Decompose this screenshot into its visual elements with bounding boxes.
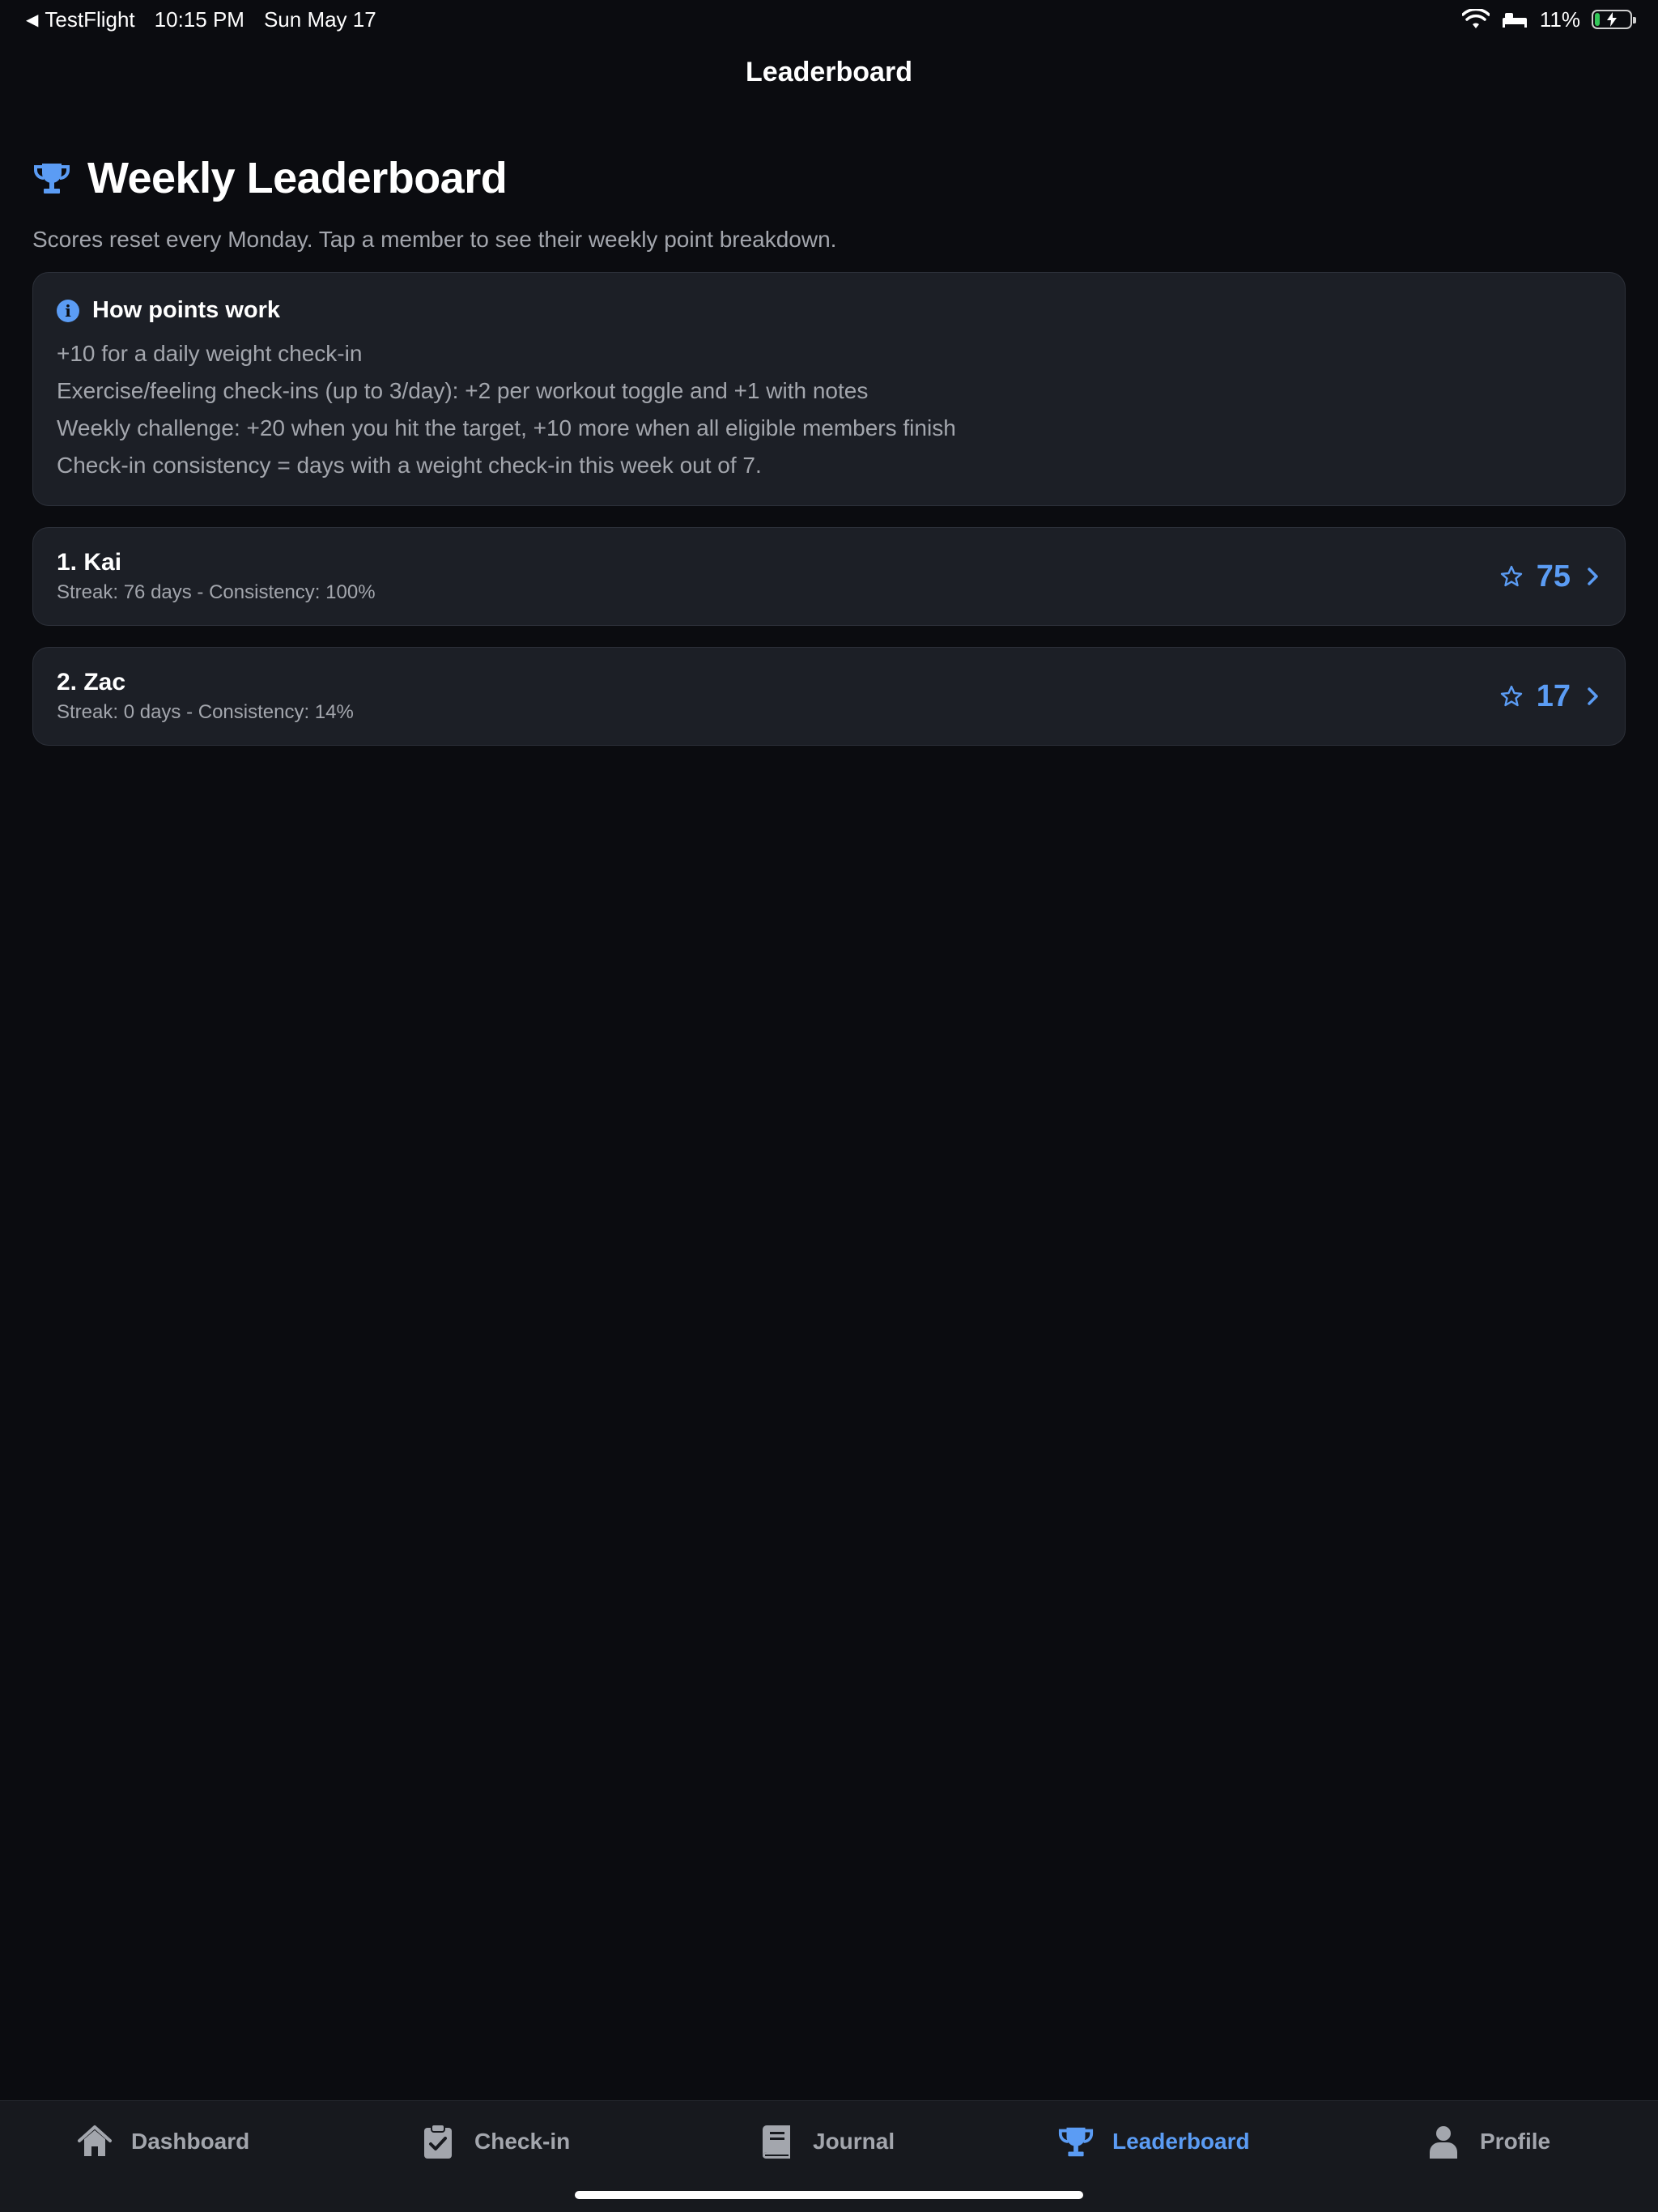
battery-percent: 11%: [1539, 6, 1580, 32]
points-info-card: i How points work +10 for a daily weight…: [32, 272, 1626, 506]
status-bar: ◀ TestFlight 10:15 PM Sun May 17 11%: [0, 0, 1658, 39]
info-line: Weekly challenge: +20 when you hit the t…: [57, 415, 956, 440]
book-icon: [763, 2125, 790, 2159]
info-icon: i: [57, 299, 79, 322]
info-line: Check-in consistency = days with a weigh…: [57, 453, 762, 478]
chevron-right-icon: [1588, 687, 1598, 705]
tab-profile[interactable]: Profile: [1425, 2119, 1550, 2164]
tab-leaderboard[interactable]: Leaderboard: [1057, 2119, 1250, 2164]
member-stats: Streak: 76 days - Consistency: 100%: [57, 581, 376, 603]
tab-journal[interactable]: Journal: [758, 2119, 895, 2164]
back-arrow-icon: ◀: [26, 11, 39, 29]
info-line: +10 for a daily weight check-in: [57, 341, 363, 366]
info-title: How points work: [92, 297, 280, 323]
battery-icon: [1592, 10, 1636, 29]
info-line: Exercise/feeling check-ins (up to 3/day)…: [57, 378, 869, 403]
status-time: 10:15 PM: [154, 6, 244, 32]
tab-check-in[interactable]: Check-in: [419, 2119, 570, 2164]
page-title: Weekly Leaderboard: [87, 154, 508, 202]
home-icon: [78, 2125, 112, 2156]
leaderboard-row-kai[interactable]: 1. Kai Streak: 76 days - Consistency: 10…: [32, 527, 1626, 626]
member-stats: Streak: 0 days - Consistency: 14%: [57, 701, 354, 723]
tab-label: Profile: [1480, 2129, 1551, 2154]
trophy-icon: [34, 164, 70, 194]
member-name: 1. Kai: [57, 549, 122, 576]
chevron-right-icon: [1588, 568, 1598, 585]
tab-label: Dashboard: [131, 2129, 250, 2154]
tab-label: Journal: [813, 2129, 895, 2154]
status-date: Sun May 17: [263, 6, 376, 32]
person-icon: [1430, 2126, 1457, 2159]
tab-dashboard[interactable]: Dashboard: [76, 2119, 249, 2164]
leaderboard-row-zac[interactable]: 2. Zac Streak: 0 days - Consistency: 14%…: [32, 647, 1626, 746]
back-to-app-link[interactable]: ◀ TestFlight: [26, 7, 135, 32]
member-name: 2. Zac: [57, 669, 126, 696]
back-app-label: TestFlight: [45, 6, 135, 32]
star-icon: [1500, 565, 1522, 587]
sleep-bed-icon: [1502, 13, 1527, 28]
page-subtitle: Scores reset every Monday. Tap a member …: [32, 227, 837, 252]
wifi-icon: [1461, 9, 1490, 28]
home-indicator: [575, 2191, 1083, 2199]
nav-title: Leaderboard: [746, 57, 912, 87]
member-score: 17: [1536, 678, 1571, 713]
member-score: 75: [1536, 559, 1571, 593]
page-heading: Weekly Leaderboard: [32, 146, 1626, 211]
clipboard-check-icon: [424, 2124, 452, 2159]
star-icon: [1500, 685, 1522, 707]
tab-label: Check-in: [474, 2129, 571, 2154]
trophy-icon: [1058, 2127, 1094, 2157]
main-content: Weekly Leaderboard Scores reset every Mo…: [32, 146, 1626, 746]
tab-label: Leaderboard: [1112, 2129, 1250, 2154]
